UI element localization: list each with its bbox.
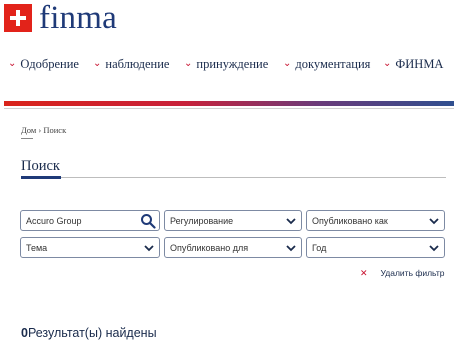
clear-filter-label: Удалить фильтр — [380, 268, 445, 278]
clear-filter-button[interactable]: ✕ Удалить фильтр — [360, 268, 444, 279]
topic-select-value: Тема — [26, 242, 48, 253]
chevron-down-icon: ⌄ — [383, 58, 392, 69]
chevron-down-icon — [429, 244, 439, 251]
title-underline — [61, 177, 446, 178]
year-select-value: Год — [312, 242, 327, 253]
nav-item-label: документация — [295, 57, 371, 71]
header-gradient-bar — [4, 101, 454, 106]
breadcrumb-underline — [21, 138, 33, 139]
published-for-select-value: Опубликовано для — [170, 242, 249, 253]
published-as-select-value: Опубликовано как — [312, 215, 388, 226]
breadcrumb: Дом › Поиск — [21, 125, 66, 135]
chevron-down-icon: ⌄ — [184, 58, 193, 69]
published-as-select[interactable]: Опубликовано как — [306, 210, 445, 231]
nav-item-enforcement[interactable]: ⌄ принуждение — [184, 57, 268, 72]
published-for-select[interactable]: Опубликовано для — [164, 237, 302, 258]
finma-logo[interactable]: finma — [4, 0, 117, 36]
breadcrumb-home-link[interactable]: Дом — [21, 125, 36, 135]
nav-item-approval[interactable]: ⌄ Одобрение — [8, 57, 79, 72]
nav-item-supervision[interactable]: ⌄ наблюдение — [93, 57, 169, 72]
regulation-select[interactable]: Регулирование — [164, 210, 302, 231]
search-input[interactable] — [26, 215, 140, 226]
search-field[interactable] — [20, 210, 160, 231]
search-icon[interactable] — [140, 213, 156, 229]
chevron-down-icon: ⌄ — [283, 58, 292, 69]
nav-item-label: Одобрение — [20, 57, 79, 71]
close-icon: ✕ — [360, 268, 368, 278]
results-summary: 0Результат(ы) найдены — [21, 326, 157, 340]
year-select[interactable]: Год — [306, 237, 445, 258]
nav-item-documentation[interactable]: ⌄ документация — [283, 57, 370, 72]
breadcrumb-current: Поиск — [43, 125, 67, 135]
nav-item-label: ФИНМА — [395, 57, 444, 71]
chevron-down-icon — [286, 217, 296, 224]
breadcrumb-separator: › — [38, 125, 42, 135]
title-underline-accent — [21, 176, 61, 179]
divider — [4, 108, 454, 109]
nav-item-label: принуждение — [196, 57, 269, 71]
main-nav: ⌄ Одобрение ⌄ наблюдение ⌄ принуждение ⌄ док… — [0, 57, 454, 75]
chevron-down-icon — [429, 217, 439, 224]
swiss-cross-icon — [4, 4, 32, 32]
chevron-down-icon: ⌄ — [8, 58, 17, 69]
nav-item-finma[interactable]: ⌄ ФИНМА — [383, 57, 443, 72]
nav-item-label: наблюдение — [105, 57, 170, 71]
chevron-down-icon: ⌄ — [93, 58, 102, 69]
page-title: Поиск — [21, 158, 60, 174]
regulation-select-value: Регулирование — [170, 215, 234, 226]
results-count: 0 — [21, 326, 28, 340]
chevron-down-icon — [286, 244, 296, 251]
chevron-down-icon — [144, 244, 154, 251]
site-header: finma ⌄ Одобрение ⌄ наблюдение ⌄ принуждени… — [0, 0, 454, 100]
results-text: Результат(ы) найдены — [27, 326, 157, 340]
logo-text: finma — [39, 0, 117, 36]
topic-select[interactable]: Тема — [20, 237, 160, 258]
